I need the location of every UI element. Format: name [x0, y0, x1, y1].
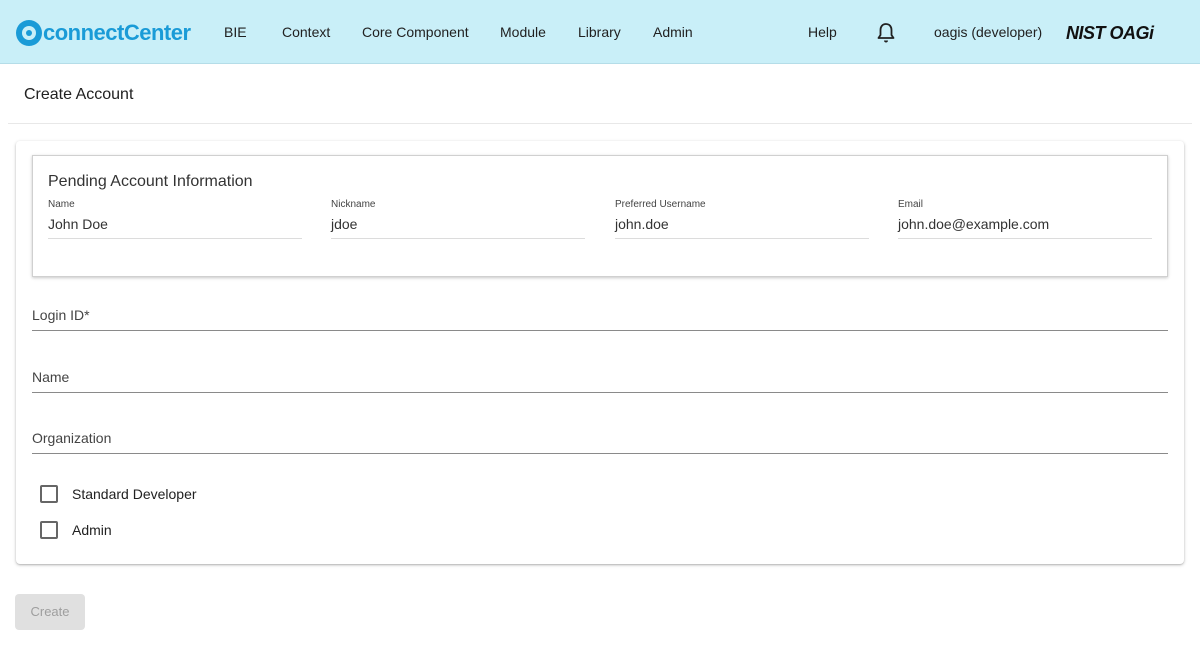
- organization-input[interactable]: Organization: [32, 424, 1168, 454]
- notifications-bell-icon[interactable]: [876, 22, 896, 44]
- nist-oagi-logo: NIST OAGi: [1066, 23, 1154, 43]
- nav-module[interactable]: Module: [500, 22, 546, 42]
- organization-label: Organization: [32, 430, 112, 446]
- title-divider: [8, 123, 1192, 124]
- pending-email-field: Email john.doe@example.com: [898, 199, 1152, 239]
- pending-nickname-label: Nickname: [331, 199, 376, 210]
- page-title: Create Account: [24, 86, 134, 103]
- pending-nickname-field: Nickname jdoe: [331, 199, 585, 239]
- standard-developer-label: Standard Developer: [72, 486, 197, 502]
- admin-checkbox-row[interactable]: Admin: [40, 520, 112, 540]
- nav-admin[interactable]: Admin: [653, 22, 693, 42]
- pending-email-label: Email: [898, 199, 924, 210]
- nav-help[interactable]: Help: [808, 22, 837, 42]
- pending-email-value: john.doe@example.com: [898, 216, 1050, 232]
- standard-developer-checkbox-row[interactable]: Standard Developer: [40, 484, 197, 504]
- nav-context[interactable]: Context: [282, 22, 330, 42]
- pending-username-value: john.doe: [615, 216, 669, 232]
- nav-core-component[interactable]: Core Component: [362, 22, 469, 42]
- connect-center-logo[interactable]: connectCenter: [16, 19, 191, 47]
- admin-checkbox[interactable]: [40, 521, 58, 539]
- standard-developer-checkbox[interactable]: [40, 485, 58, 503]
- pending-account-panel: Pending Account Information Name John Do…: [32, 155, 1168, 277]
- pending-nickname-value: jdoe: [331, 216, 358, 232]
- name-input[interactable]: Name: [32, 363, 1168, 393]
- pending-name-field: Name John Doe: [48, 199, 302, 239]
- nav-library[interactable]: Library: [578, 22, 621, 42]
- login-id-label: Login ID*: [32, 307, 90, 323]
- top-app-bar: connectCenter BIE Context Core Component…: [0, 0, 1200, 64]
- logo-text: connectCenter: [43, 20, 191, 45]
- create-button[interactable]: Create: [15, 594, 85, 630]
- pending-name-label: Name: [48, 199, 75, 210]
- pending-name-value: John Doe: [48, 216, 108, 232]
- connect-center-logo-icon: [16, 20, 42, 46]
- name-label: Name: [32, 369, 70, 385]
- create-account-card: Pending Account Information Name John Do…: [16, 141, 1184, 564]
- pending-username-label: Preferred Username: [615, 199, 706, 210]
- user-menu[interactable]: oagis (developer): [934, 22, 1042, 42]
- login-id-input[interactable]: Login ID*: [32, 301, 1168, 331]
- nav-bie[interactable]: BIE: [224, 22, 247, 42]
- pending-account-title: Pending Account Information: [48, 173, 253, 190]
- pending-username-field: Preferred Username john.doe: [615, 199, 869, 239]
- admin-label: Admin: [72, 522, 112, 538]
